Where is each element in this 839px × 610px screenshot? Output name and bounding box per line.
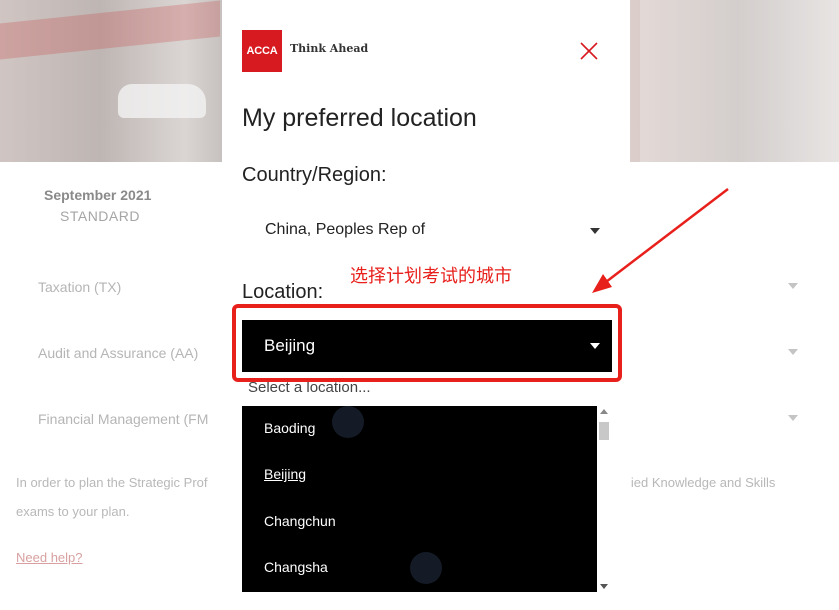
chevron-down-icon	[788, 283, 798, 289]
chevron-down-icon	[788, 415, 798, 421]
session-date: September 2021	[44, 187, 152, 203]
photo-building	[640, 0, 839, 162]
option-baoding[interactable]: Baoding	[264, 420, 315, 436]
need-help-link[interactable]: Need help?	[16, 550, 83, 565]
plan-paragraph-line2: exams to your plan.	[16, 504, 130, 519]
location-label: Location:	[242, 281, 324, 303]
chevron-down-icon	[590, 228, 600, 234]
exam-label: Financial Management (FM	[38, 411, 209, 427]
photo-awning	[0, 0, 220, 60]
annotation-text: 选择计划考试的城市	[350, 266, 512, 286]
exam-label: Taxation (TX)	[38, 279, 122, 295]
plan-paragraph-left: In order to plan the Strategic Prof	[16, 475, 208, 490]
country-select[interactable]: China, Peoples Rep of	[242, 208, 612, 254]
country-value: China, Peoples Rep of	[265, 221, 426, 238]
photo-car	[118, 84, 206, 118]
scroll-thumb[interactable]	[599, 422, 609, 440]
watermark-logo	[332, 406, 364, 438]
location-dropdown-list: Baoding Beijing Changchun Changsha	[242, 406, 597, 592]
watermark-logo	[410, 552, 442, 584]
acca-logo: ACCA	[242, 30, 282, 72]
scroll-up-icon[interactable]	[600, 409, 608, 414]
close-icon[interactable]	[578, 40, 600, 62]
session-type: STANDARD	[60, 208, 140, 224]
chevron-down-icon	[788, 349, 798, 355]
scroll-down-icon[interactable]	[600, 584, 608, 589]
option-changchun[interactable]: Changchun	[264, 513, 336, 529]
option-beijing[interactable]: Beijing	[264, 466, 306, 482]
option-changsha[interactable]: Changsha	[264, 559, 328, 575]
dropdown-scrollbar[interactable]	[597, 406, 611, 592]
plan-paragraph-right: lied Knowledge and Skills	[628, 475, 776, 490]
highlight-box	[232, 304, 622, 382]
modal-title: My preferred location	[242, 104, 477, 132]
country-label: Country/Region:	[242, 164, 387, 186]
logo-tagline: Think Ahead	[290, 42, 369, 55]
exam-label: Audit and Assurance (AA)	[38, 345, 199, 361]
